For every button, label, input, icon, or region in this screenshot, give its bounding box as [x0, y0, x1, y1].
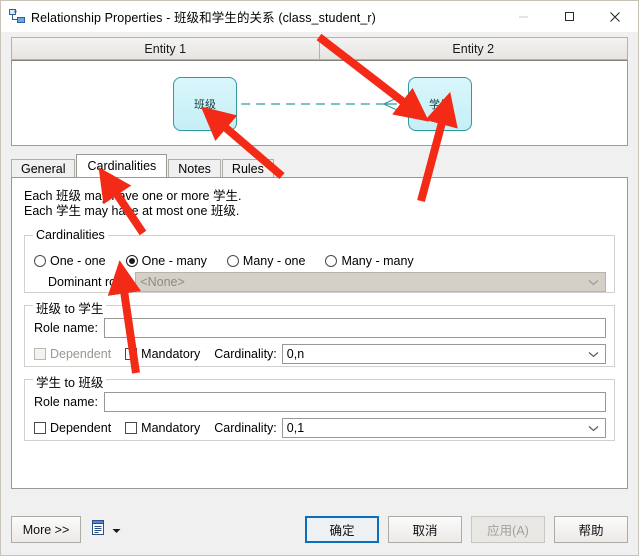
class-to-student-cardinality-label: Cardinality:: [214, 347, 277, 361]
student-to-class-cardinality-combo[interactable]: 0,1: [281, 418, 606, 438]
student-to-class-group-title: 学生 to 班级: [33, 372, 107, 391]
radio-many-one[interactable]: Many - one: [226, 254, 306, 268]
tab-general[interactable]: General: [11, 159, 76, 178]
checkbox-mark: [125, 422, 138, 434]
student-to-class-dependent-label: Dependent: [50, 421, 112, 435]
checkbox-mark: [125, 348, 138, 360]
radio-one-many[interactable]: One - many: [125, 254, 207, 268]
tab-cardinalities-label: Cardinalities: [87, 159, 157, 173]
relationship-link: [226, 97, 397, 111]
entity-header-row: Entity 1 Entity 2: [11, 37, 628, 60]
class-to-student-mandatory-label: Mandatory: [141, 347, 201, 361]
dominant-role-combo[interactable]: <None>: [135, 272, 606, 292]
student-to-class-group: 学生 to 班级 Role name: Dependent Mandatory …: [24, 372, 615, 441]
radio-one-many-mark: [125, 255, 138, 267]
class-to-student-group-title: 班级 to 学生: [33, 298, 107, 317]
cancel-button[interactable]: 取消: [388, 516, 462, 543]
ok-button[interactable]: 确定: [305, 516, 379, 543]
caret-down-icon[interactable]: [112, 523, 121, 537]
student-to-class-role-input[interactable]: [103, 392, 606, 412]
footer-buttons: 确定 取消 应用(A) 帮助: [305, 516, 628, 543]
title-bar: Relationship Properties - 班级和学生的关系 (clas…: [1, 1, 638, 32]
maximize-icon[interactable]: [546, 1, 592, 32]
class-to-student-role-label: Role name:: [34, 321, 98, 335]
entity-2-header: Entity 2: [319, 37, 628, 60]
radio-many-many-label: Many - many: [341, 254, 414, 268]
tab-strip: General Cardinalities Notes Rules: [11, 154, 628, 178]
entity-box-student[interactable]: 学生: [408, 77, 472, 131]
tab-cardinalities[interactable]: Cardinalities: [76, 154, 168, 177]
cardinalities-tab-page: Each 班级 may have one or more 学生. Each 学生…: [11, 177, 628, 489]
tab-general-label: General: [21, 162, 66, 176]
radio-many-one-label: Many - one: [242, 254, 306, 268]
dominant-role-label: Dominant role:: [48, 275, 130, 289]
checkbox-mark: [34, 422, 46, 434]
class-to-student-dependent-checkbox[interactable]: Dependent: [34, 347, 111, 361]
class-to-student-group: 班级 to 学生 Role name: Dependent Mandatory …: [24, 298, 615, 367]
cardinalities-group-title: Cardinalities: [33, 228, 108, 242]
class-to-student-dependent-label: Dependent: [50, 347, 112, 361]
tab-rules-label: Rules: [231, 162, 264, 176]
chevron-down-icon: [588, 275, 599, 289]
apply-button[interactable]: 应用(A): [471, 516, 545, 543]
radio-many-many-mark: [325, 255, 338, 267]
radio-one-many-label: One - many: [141, 254, 207, 268]
cardinalities-group: Cardinalities One - one One - many Many …: [24, 228, 615, 293]
report-icon[interactable]: [91, 520, 106, 539]
help-button[interactable]: 帮助: [554, 516, 628, 543]
tab-notes[interactable]: Notes: [168, 159, 221, 178]
student-to-class-role-row: Role name:: [34, 392, 606, 412]
entity-box-class-label: 班级: [194, 99, 216, 111]
student-to-class-mandatory-checkbox[interactable]: Mandatory: [125, 421, 200, 435]
description-line-2: Each 学生 may have at most one 班级.: [24, 204, 240, 218]
chevron-down-icon: [588, 421, 599, 435]
entity-box-student-label: 学生: [429, 99, 451, 111]
radio-one-one-mark: [34, 255, 46, 267]
student-to-class-cardinality-label: Cardinality:: [214, 421, 277, 435]
student-to-class-mandatory-label: Mandatory: [141, 421, 201, 435]
more-button[interactable]: More >>: [11, 516, 81, 543]
radio-one-one[interactable]: One - one: [34, 254, 106, 268]
window-controls: [500, 1, 638, 32]
class-to-student-cardinality-value: 0,n: [286, 347, 305, 361]
report-dropdown[interactable]: [91, 520, 121, 539]
dominant-role-row: Dominant role: <None>: [48, 272, 606, 292]
class-to-student-mandatory-checkbox[interactable]: Mandatory: [125, 347, 200, 361]
entity-1-header: Entity 1: [11, 37, 320, 60]
cardinality-radio-group: One - one One - many Many - one Many - m…: [34, 254, 434, 268]
class-to-student-role-input[interactable]: [103, 318, 606, 338]
student-to-class-cardinality-value: 0,1: [286, 421, 305, 435]
dominant-role-value: <None>: [140, 275, 185, 289]
student-to-class-role-label: Role name:: [34, 395, 98, 409]
tab-rules[interactable]: Rules: [221, 159, 274, 178]
entity-box-class[interactable]: 班级: [173, 77, 237, 131]
class-to-student-role-row: Role name:: [34, 318, 606, 338]
checkbox-mark: [34, 348, 46, 360]
relationship-description: Each 班级 may have one or more 学生. Each 学生…: [24, 189, 627, 219]
relationship-properties-dialog: Relationship Properties - 班级和学生的关系 (clas…: [0, 0, 639, 556]
radio-many-one-mark: [226, 255, 239, 267]
tab-notes-label: Notes: [178, 162, 211, 176]
class-to-student-cardinality-combo[interactable]: 0,n: [281, 344, 606, 364]
class-to-student-options-row: Dependent Mandatory Cardinality: 0,n: [34, 344, 606, 364]
relationship-icon: [9, 8, 25, 25]
minimize-icon[interactable]: [500, 1, 546, 32]
description-line-1: Each 班级 may have one or more 学生.: [24, 189, 242, 203]
chevron-down-icon: [588, 347, 599, 361]
dialog-footer: More >> 确定 取消 应用(A) 帮助: [1, 504, 638, 555]
relationship-diagram: 班级 学生: [11, 60, 628, 146]
student-to-class-options-row: Dependent Mandatory Cardinality: 0,1: [34, 418, 606, 438]
student-to-class-dependent-checkbox[interactable]: Dependent: [34, 421, 111, 435]
window-title: Relationship Properties - 班级和学生的关系 (clas…: [31, 11, 376, 25]
close-icon[interactable]: [592, 1, 638, 32]
radio-one-one-label: One - one: [50, 254, 106, 268]
radio-many-many[interactable]: Many - many: [325, 254, 414, 268]
